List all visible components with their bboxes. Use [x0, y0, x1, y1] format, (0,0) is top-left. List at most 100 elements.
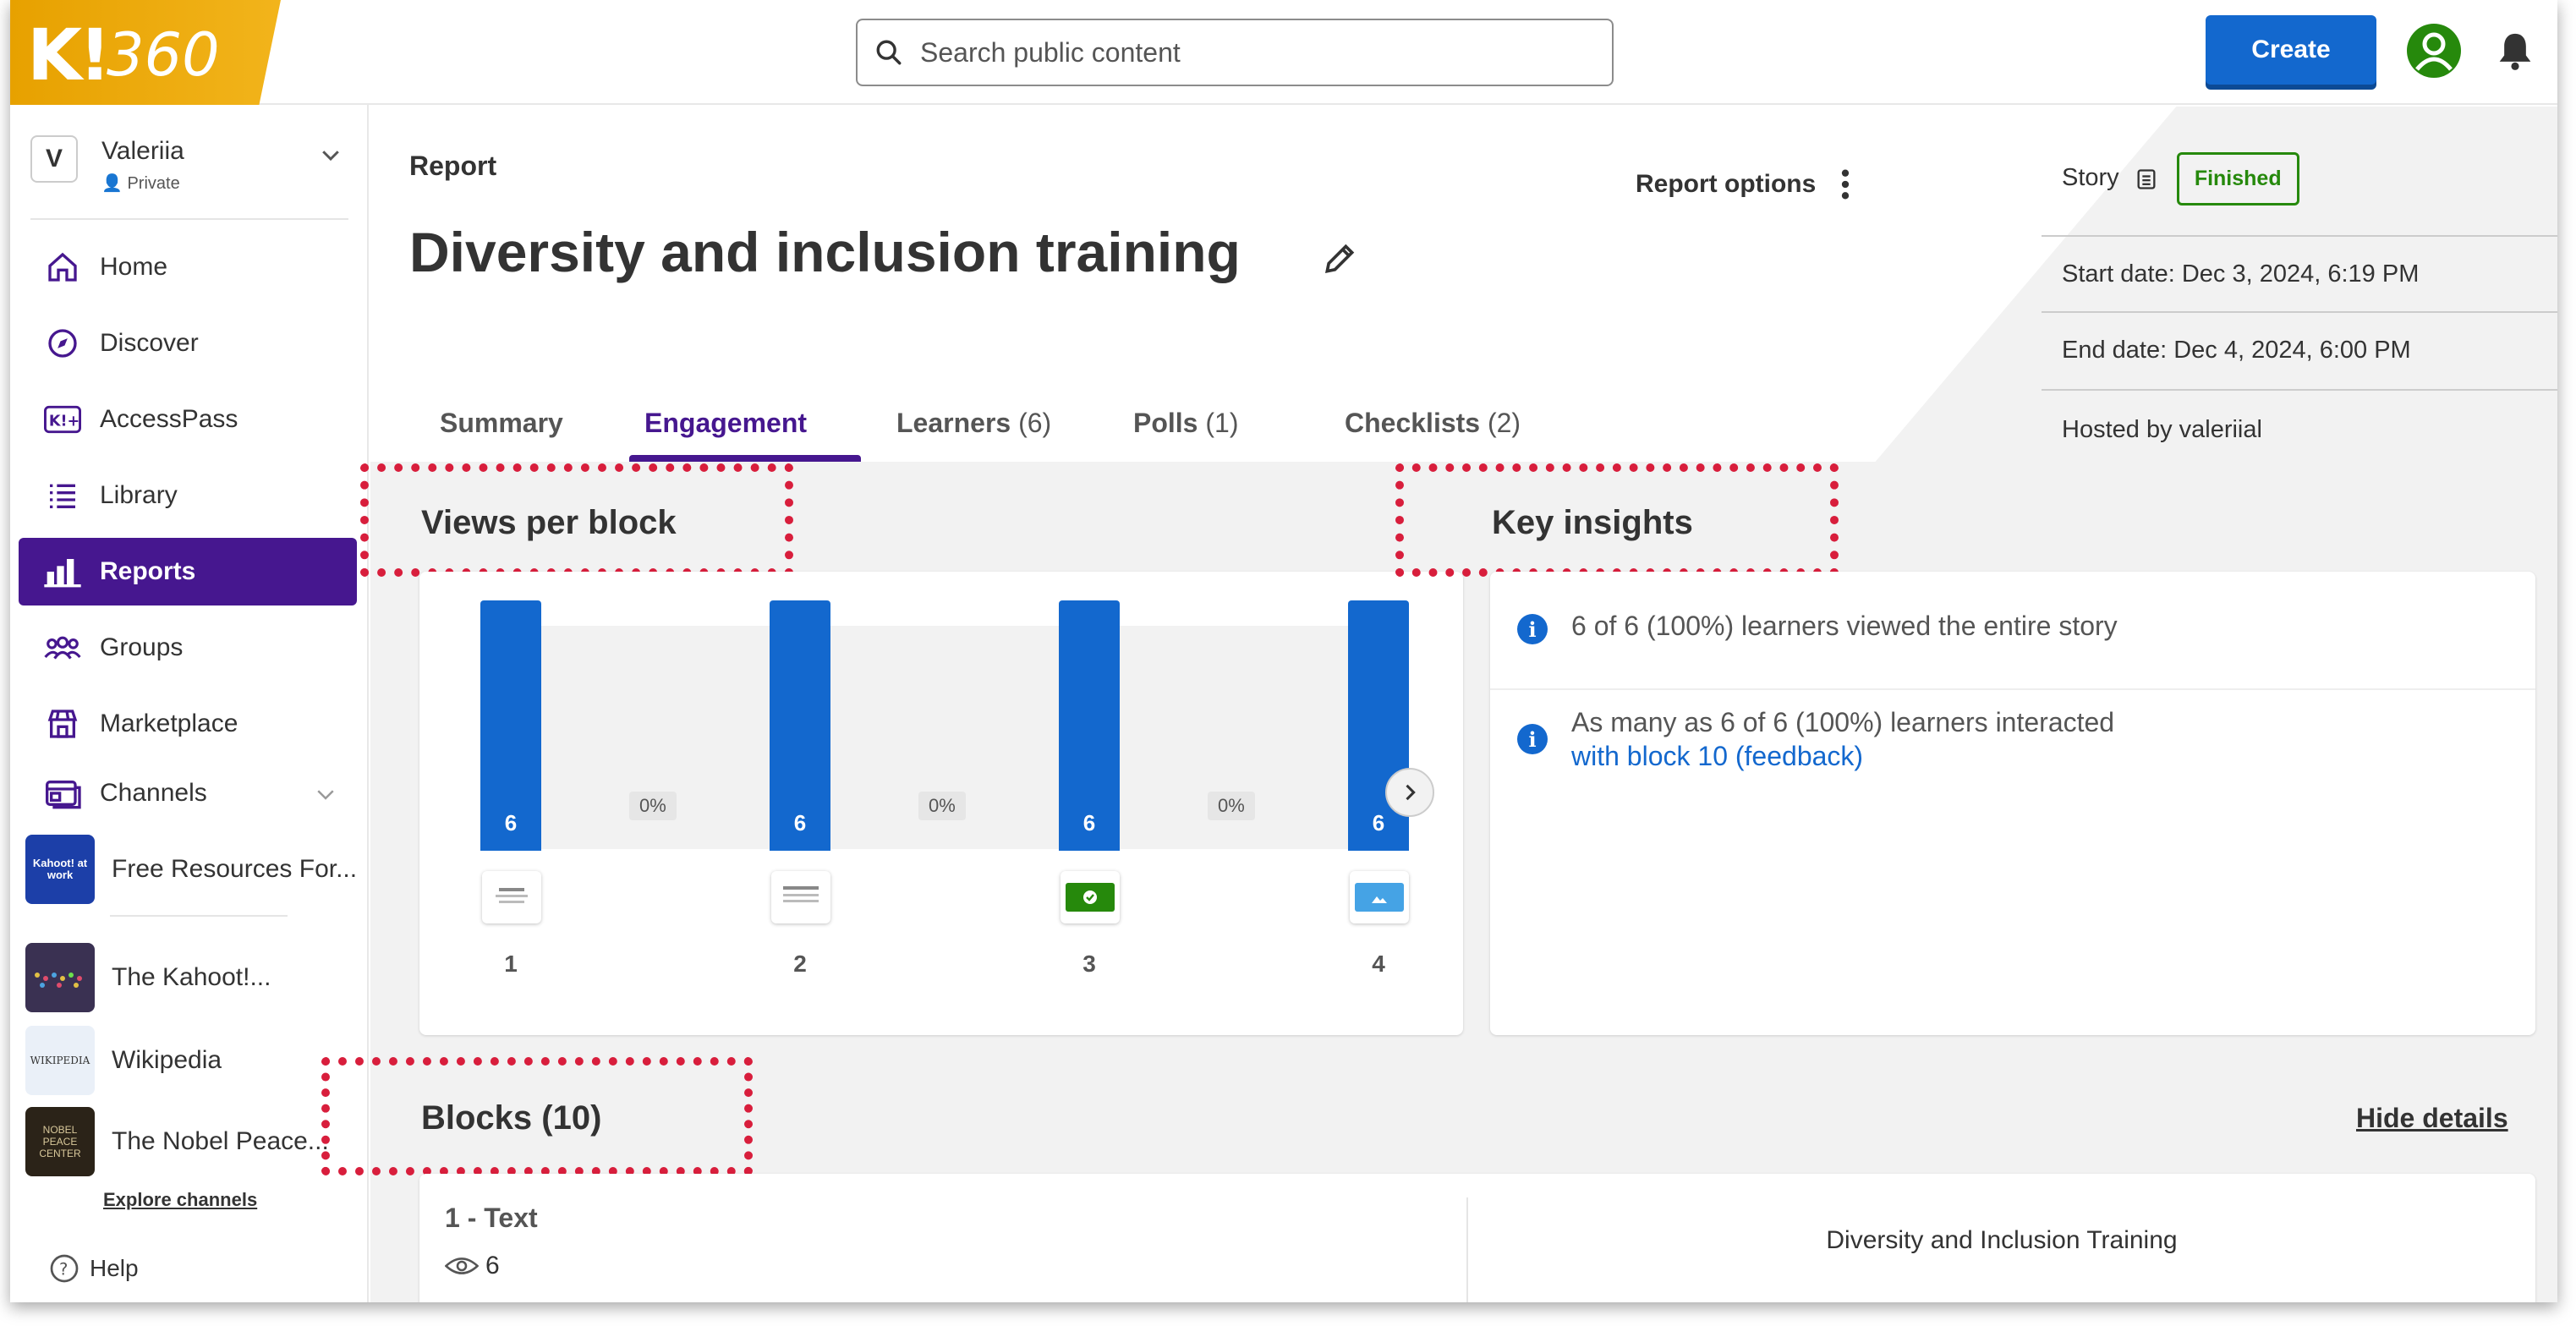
tab-summary-label: Summary	[440, 408, 563, 438]
svg-text:K!+: K!+	[49, 413, 79, 430]
hide-details-link[interactable]: Hide details	[2356, 1103, 2508, 1134]
host-info: Hosted by valeriial	[2062, 416, 2262, 443]
groups-icon	[44, 629, 81, 666]
report-title: Diversity and inclusion training	[409, 221, 1241, 283]
channel-thumbnail-label: Kahoot! at work	[32, 857, 88, 881]
story-info-panel: Story Finished Start date: Dec 3, 2024, …	[2042, 107, 2557, 458]
sidebar-item-discover[interactable]: Discover	[19, 310, 357, 377]
sidebar-item-channels[interactable]: Channels	[19, 759, 357, 827]
notification-bell-icon[interactable]	[2497, 30, 2534, 71]
chevron-right-icon	[1406, 784, 1416, 801]
tab-summary[interactable]: Summary	[440, 408, 563, 462]
channel-thumbnail	[25, 943, 95, 1012]
logo-360: 360	[107, 20, 220, 90]
help-link[interactable]: ? Help	[49, 1253, 139, 1284]
search-box[interactable]	[856, 19, 1614, 86]
block-detail-card: 1 - Text 6 Diversity and Inclusion Train…	[419, 1174, 2535, 1302]
create-button[interactable]: Create	[2206, 15, 2376, 85]
sidebar-item-label: AccessPass	[100, 405, 238, 433]
text-block-icon	[482, 871, 541, 923]
eye-icon	[445, 1258, 479, 1274]
key-insights-card: i 6 of 6 (100%) learners viewed the enti…	[1490, 572, 2535, 1035]
sidebar-item-library[interactable]: Library	[19, 462, 357, 529]
channel-item[interactable]: NOBEL PEACE CENTER The Nobel Peace...	[25, 1106, 364, 1177]
chart-next-button[interactable]	[1385, 768, 1434, 817]
tab-polls-count: (1)	[1205, 408, 1239, 438]
text-block-icon	[771, 871, 830, 923]
channel-thumbnail-label: WIKIPEDIA	[30, 1055, 90, 1066]
insight-item: i 6 of 6 (100%) learners viewed the enti…	[1490, 611, 2535, 690]
help-label: Help	[90, 1255, 139, 1281]
tab-polls[interactable]: Polls (1)	[1133, 408, 1238, 462]
insight-text: As many as 6 of 6 (100%) learners intera…	[1571, 707, 2115, 737]
channel-item[interactable]: WIKIPEDIA Wikipedia	[25, 1025, 364, 1096]
block-name: 1 - Text	[445, 1203, 538, 1233]
block-number: 1	[504, 951, 518, 977]
sidebar-item-groups[interactable]: Groups	[19, 614, 357, 682]
kahoot-360-logo[interactable]: K! 360	[10, 0, 281, 105]
report-options-label: Report options	[1636, 170, 1817, 198]
more-vertical-icon	[1842, 169, 1850, 200]
sidebar-item-label: Home	[100, 253, 168, 281]
sidebar-item-marketplace[interactable]: Marketplace	[19, 690, 357, 758]
info-icon: i	[1517, 614, 1548, 644]
tab-checklists[interactable]: Checklists (2)	[1345, 408, 1521, 462]
channel-item[interactable]: The Kahoot!...	[25, 942, 364, 1013]
tab-checklists-label: Checklists	[1345, 408, 1481, 438]
highlight-box	[1395, 463, 1839, 577]
channel-name: The Kahoot!...	[112, 963, 271, 991]
tab-engagement-label: Engagement	[644, 408, 808, 438]
block-number: 3	[1082, 951, 1096, 977]
dropoff-label: 0%	[918, 792, 966, 820]
tab-learners-label: Learners	[896, 408, 1011, 438]
image-block-icon	[1350, 871, 1409, 923]
block-number: 4	[1372, 951, 1385, 977]
channels-icon	[44, 775, 81, 812]
home-icon	[44, 249, 81, 286]
insight-item: i As many as 6 of 6 (100%) learners inte…	[1490, 707, 2535, 792]
bar-chart-icon	[44, 553, 81, 590]
pencil-edit-icon[interactable]	[1321, 240, 1358, 277]
sidebar-item-home[interactable]: Home	[19, 233, 357, 301]
sidebar-item-label: Groups	[100, 633, 184, 661]
bar-value: 6	[1082, 810, 1096, 836]
channel-thumbnail: NOBEL PEACE CENTER	[25, 1107, 95, 1176]
sidebar-item-reports[interactable]: Reports	[19, 538, 357, 605]
block-views: 6	[445, 1252, 500, 1280]
top-bar: K! 360 Create	[10, 0, 2557, 105]
report-options-button[interactable]: Report options	[1636, 167, 1850, 201]
bar-value: 6	[793, 810, 807, 836]
list-icon	[44, 477, 81, 514]
report-label: Report	[409, 151, 497, 181]
sidebar-item-label: Marketplace	[100, 710, 238, 737]
insight-text: 6 of 6 (100%) learners viewed the entire…	[1571, 611, 2118, 641]
workspace-avatar: V	[30, 135, 78, 183]
end-date: End date: Dec 4, 2024, 6:00 PM	[2042, 313, 2557, 391]
highlight-box	[321, 1057, 753, 1175]
chevron-down-icon[interactable]	[313, 781, 338, 807]
channel-item[interactable]: Kahoot! at work Free Resources For...	[25, 834, 364, 905]
channel-thumbnail: WIKIPEDIA	[25, 1026, 95, 1095]
user-avatar-icon[interactable]	[2407, 24, 2461, 78]
channel-name: Free Resources For...	[112, 855, 358, 883]
explore-channels-link[interactable]: Explore channels	[103, 1189, 257, 1211]
sidebar-divider	[30, 218, 348, 220]
search-input[interactable]	[920, 36, 1580, 68]
channel-thumbnail-label: NOBEL PEACE CENTER	[39, 1124, 81, 1159]
bar-value: 6	[504, 810, 518, 836]
tab-learners[interactable]: Learners (6)	[896, 408, 1051, 462]
tab-engagement[interactable]: Engagement	[644, 408, 807, 462]
workspace-privacy-label: Private	[127, 174, 180, 193]
active-tab-indicator	[629, 455, 861, 462]
block-views-count: 6	[485, 1252, 500, 1279]
tab-learners-count: (6)	[1018, 408, 1052, 438]
insight-block-link[interactable]: with block 10 (feedback)	[1571, 741, 1863, 772]
chevron-down-icon[interactable]	[318, 142, 343, 167]
dropoff-label: 0%	[629, 792, 677, 820]
sidebar-item-accesspass[interactable]: K!+ AccessPass	[19, 386, 357, 453]
workspace-switcher[interactable]: V Valeriia 👤 Private	[30, 132, 355, 206]
logo-k: K!	[27, 14, 111, 96]
dropoff-label: 0%	[1208, 792, 1255, 820]
tab-polls-label: Polls	[1133, 408, 1198, 438]
views-per-block-card: 6 6 6 6 0% 0% 0% 1 2 3 4	[419, 572, 1463, 1035]
